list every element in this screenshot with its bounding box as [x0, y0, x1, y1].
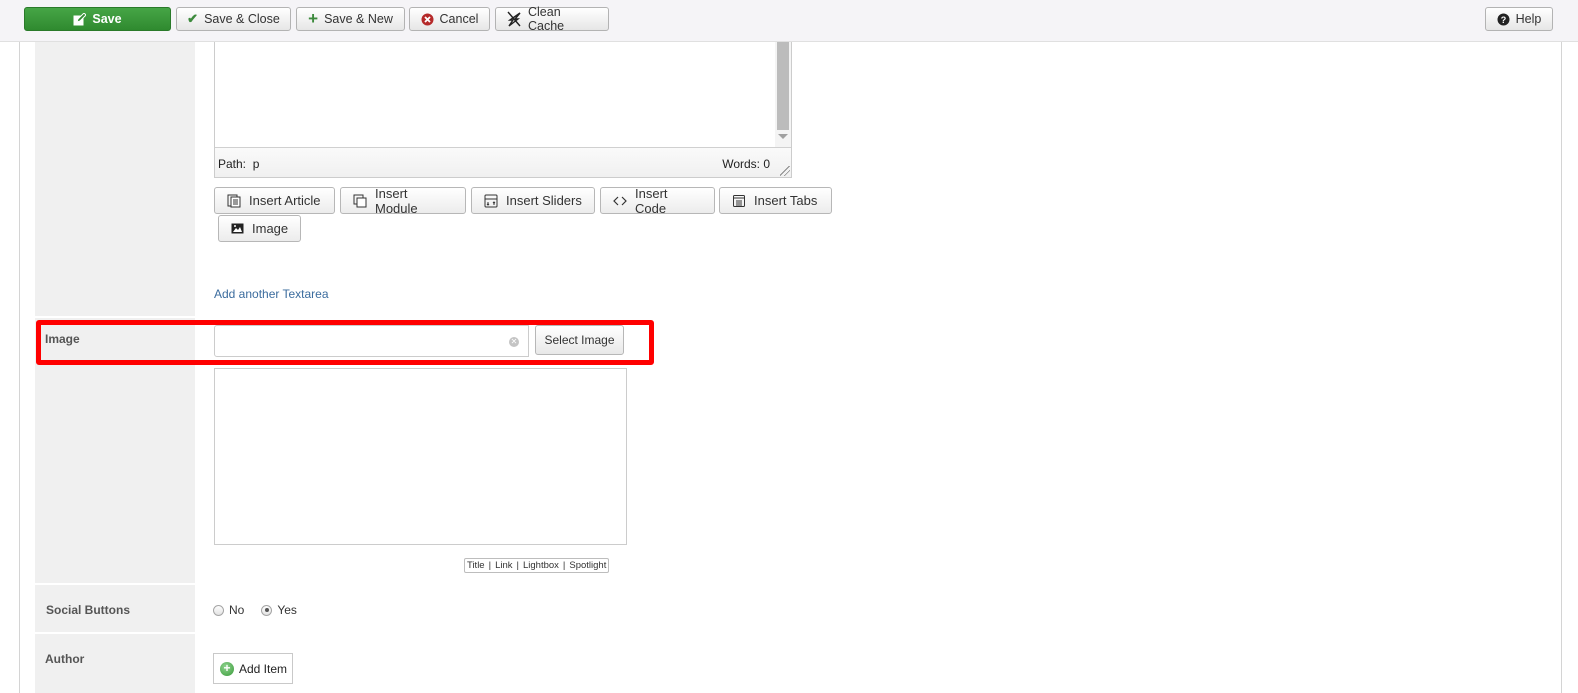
toolbar: Save ✔ Save & Close + Save & New Cancel …	[0, 0, 1578, 42]
save-label: Save	[92, 12, 122, 26]
image-preview	[214, 368, 627, 545]
word-count: Words: 0	[722, 157, 770, 171]
module-icon	[353, 194, 367, 208]
editor-content-area[interactable]	[215, 42, 791, 147]
separator: |	[516, 560, 519, 571]
row-separator	[35, 632, 195, 634]
add-item-button[interactable]: + Add Item	[213, 653, 293, 684]
title-link[interactable]: Title	[467, 560, 485, 571]
cancel-button[interactable]: Cancel	[409, 7, 490, 31]
row-separator	[35, 316, 195, 318]
label-column	[35, 42, 195, 693]
help-label: Help	[1515, 12, 1542, 26]
insert-article-button[interactable]: Insert Article	[214, 187, 335, 214]
resize-handle-icon[interactable]	[780, 166, 790, 176]
save-close-button[interactable]: ✔ Save & Close	[176, 7, 291, 31]
cancel-icon	[421, 13, 434, 26]
path-label: Path:	[218, 157, 247, 171]
insert-sliders-label: Insert Sliders	[506, 193, 582, 208]
separator: |	[488, 560, 492, 571]
save-new-label: Save & New	[324, 12, 393, 26]
scrollbar-thumb[interactable]	[777, 42, 789, 130]
separator: |	[562, 560, 566, 571]
insert-sliders-button[interactable]: Insert Sliders	[471, 187, 595, 214]
insert-tabs-button[interactable]: Insert Tabs	[719, 187, 832, 214]
radio-yes[interactable]	[261, 604, 273, 616]
article-icon	[227, 194, 241, 208]
edit-icon	[73, 12, 87, 26]
row-separator	[35, 583, 195, 585]
spotlight-link[interactable]: Spotlight	[569, 560, 606, 571]
scroll-down-arrow-icon[interactable]	[778, 134, 788, 139]
image-field-label: Image	[45, 332, 80, 346]
image-path-input[interactable]: ✕	[214, 325, 529, 357]
insert-tabs-label: Insert Tabs	[754, 193, 818, 208]
image-label: Image	[252, 221, 289, 236]
link-link[interactable]: Link	[495, 560, 512, 571]
help-button[interactable]: ? Help	[1485, 7, 1553, 31]
add-circle-icon: +	[220, 661, 234, 676]
checkmark-icon: ✔	[187, 11, 199, 26]
editor-statusbar: Path: p Words: 0	[215, 147, 791, 177]
insert-code-label: Insert Code	[635, 185, 668, 216]
question-icon: ?	[1497, 13, 1510, 26]
insert-article-label: Insert Article	[249, 193, 321, 208]
clear-icon[interactable]: ✕	[509, 337, 519, 347]
save-close-label: Save & Close	[204, 12, 280, 26]
author-label: Author	[45, 652, 85, 666]
select-image-button[interactable]: Select Image	[535, 325, 624, 355]
image-icon	[231, 223, 244, 234]
path-value[interactable]: p	[253, 157, 260, 171]
cancel-label: Cancel	[439, 12, 479, 26]
clean-cache-label: Clean Cache	[528, 5, 565, 33]
editor-scrollbar[interactable]	[775, 42, 791, 147]
social-buttons-label: Social Buttons	[46, 603, 131, 617]
lightbox-link[interactable]: Lightbox	[523, 560, 559, 571]
save-new-button[interactable]: + Save & New	[296, 7, 405, 31]
plus-icon: +	[308, 9, 319, 28]
tabs-icon	[732, 194, 746, 208]
flash-icon	[506, 11, 522, 27]
svg-text:?: ?	[1500, 15, 1506, 25]
insert-module-label: Insert Module	[375, 185, 418, 216]
add-another-textarea-link[interactable]: Add another Textarea	[214, 287, 329, 301]
image-button[interactable]: Image	[218, 215, 301, 242]
insert-code-button[interactable]: Insert Code	[600, 185, 715, 216]
save-button[interactable]: Save	[24, 7, 171, 31]
code-icon	[613, 194, 627, 208]
add-item-label: Add Item	[239, 661, 288, 676]
frame-border-left	[19, 42, 20, 693]
text-editor: Path: p Words: 0	[214, 42, 792, 178]
editor-path: Path: p	[218, 157, 259, 171]
radio-no[interactable]	[213, 604, 224, 616]
insert-module-button[interactable]: Insert Module	[340, 185, 466, 216]
clean-cache-button[interactable]: Clean Cache	[495, 5, 609, 33]
image-options-links: Title | Link | Lightbox | Spotlight	[464, 558, 610, 573]
social-buttons-radio-group: No Yes	[213, 603, 297, 617]
radio-yes-label[interactable]: Yes	[277, 603, 297, 617]
sliders-icon	[484, 194, 498, 208]
frame-border-right	[1561, 42, 1562, 693]
radio-no-label[interactable]: No	[229, 603, 244, 617]
